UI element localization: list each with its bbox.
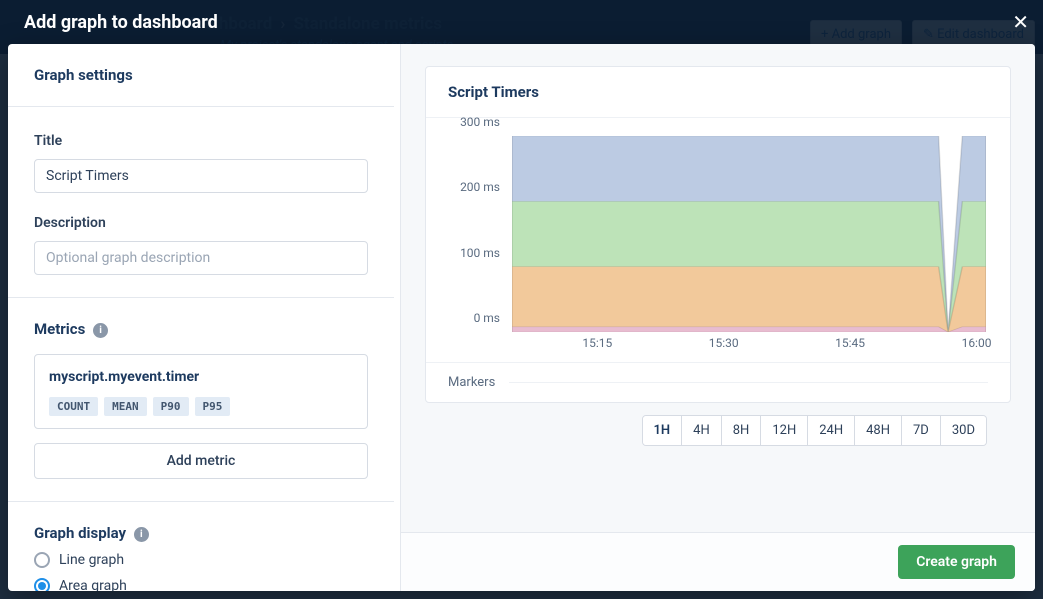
metric-tag[interactable]: COUNT: [49, 397, 98, 416]
markers-row: Markers: [426, 362, 1010, 402]
graph-settings-header: Graph settings: [34, 66, 368, 84]
settings-panel: Graph settings Title Description Metrics…: [8, 44, 401, 591]
y-tick: 300 ms: [460, 115, 500, 129]
metric-name: myscript.myevent.timer: [49, 369, 353, 385]
time-range-button[interactable]: 30D: [940, 416, 986, 445]
markers-label: Markers: [448, 375, 495, 390]
modal: Graph settings Title Description Metrics…: [8, 44, 1035, 591]
x-tick: 15:30: [709, 336, 739, 350]
title-label: Title: [34, 133, 368, 149]
time-range-button[interactable]: 1H: [643, 416, 682, 445]
modal-title-bar: Add graph to dashboard ✕: [0, 0, 1043, 44]
display-option[interactable]: Area graph: [34, 578, 368, 591]
preview-panel: Script Timers 0 ms 100 ms 200 ms 300 ms 15:…: [401, 44, 1035, 591]
info-icon[interactable]: i: [93, 323, 108, 338]
time-range-button[interactable]: 12H: [760, 416, 807, 445]
time-range-button[interactable]: 4H: [681, 416, 721, 445]
y-tick: 100 ms: [460, 246, 500, 260]
chart-series: [512, 267, 986, 332]
modal-title: Add graph to dashboard: [24, 12, 218, 33]
title-input[interactable]: [34, 159, 368, 193]
info-icon[interactable]: i: [134, 527, 149, 542]
close-icon[interactable]: ✕: [1012, 10, 1029, 34]
description-input[interactable]: [34, 241, 368, 275]
description-label: Description: [34, 215, 368, 231]
radio-icon: [34, 552, 50, 568]
metric-tag[interactable]: MEAN: [104, 397, 147, 416]
chart-canvas: 0 ms100 ms200 ms300 ms 15:1515:3015:4516…: [450, 136, 986, 356]
chart-series: [512, 327, 986, 332]
chart-card: Script Timers 0 ms 100 ms 200 ms 300 ms 15:…: [425, 66, 1011, 403]
metrics-header: Metrics i: [34, 320, 368, 338]
x-tick: 15:15: [582, 336, 612, 350]
modal-footer: Create graph: [401, 532, 1035, 591]
metric-card[interactable]: myscript.myevent.timer COUNT MEAN P90 P95: [34, 354, 368, 429]
x-tick: 16:00: [962, 336, 992, 350]
chart-title: Script Timers: [426, 67, 1010, 118]
x-tick: 15:45: [835, 336, 865, 350]
time-range-button[interactable]: 48H: [854, 416, 901, 445]
y-tick: 0 ms: [474, 311, 500, 325]
add-metric-button[interactable]: Add metric: [34, 443, 368, 479]
time-range-group: 1H4H8H12H24H48H7D30D: [642, 415, 988, 446]
create-graph-button[interactable]: Create graph: [898, 545, 1015, 579]
display-option[interactable]: Line graph: [34, 552, 368, 568]
radio-icon: [34, 578, 50, 591]
metric-tag[interactable]: P95: [195, 397, 231, 416]
time-range-button[interactable]: 7D: [901, 416, 940, 445]
metric-tags: COUNT MEAN P90 P95: [49, 395, 353, 416]
graph-display-header: Graph display i: [34, 524, 368, 542]
metric-tag[interactable]: P90: [153, 397, 189, 416]
time-range-button[interactable]: 8H: [721, 416, 761, 445]
display-option-label: Line graph: [59, 552, 124, 568]
y-tick: 200 ms: [460, 180, 500, 194]
time-range-button[interactable]: 24H: [807, 416, 854, 445]
display-option-label: Area graph: [59, 578, 127, 591]
